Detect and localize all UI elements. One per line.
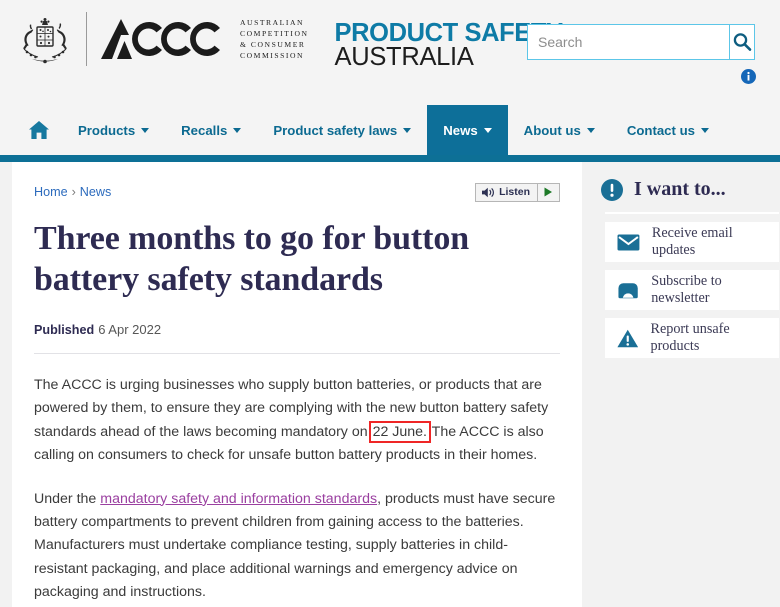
info-circle-icon[interactable] [741,69,756,84]
accc-logo: Australian Competition & Consumer Commis… [99,17,309,62]
sidebar-item-report-unsafe-products[interactable]: Report unsafe products [605,318,779,358]
chevron-down-icon [483,127,492,133]
paragraph-2-text-b: , products must have secure battery comp… [34,490,556,601]
main-content: Home › News Listen Three months to go fo… [12,162,582,607]
listen-button[interactable]: Listen [476,184,537,201]
chevron-down-icon [403,127,412,133]
logo-block[interactable]: Australian Competition & Consumer Commis… [0,0,563,70]
envelope-icon [617,234,640,250]
nav-item-news[interactable]: News [427,105,508,155]
nav-accent-bar [0,155,780,162]
accc-full-name: Australian Competition & Consumer Commis… [240,17,309,62]
article-paragraph-2: Under the mandatory safety and informati… [34,488,560,605]
listen-label: Listen [499,186,530,198]
chevron-down-icon [700,127,709,133]
sidebar-header: I want to... [593,178,779,201]
published-line: Published 6 Apr 2022 [34,322,560,337]
chevron-down-icon [233,127,242,133]
chevron-down-icon [141,127,150,133]
speaker-icon [482,187,494,197]
sidebar-title: I want to... [634,178,726,200]
nav-label: Recalls [181,122,228,138]
nav-item-products[interactable]: Products [62,105,165,155]
australian-coat-of-arms-icon [23,18,67,64]
site-header: Australian Competition & Consumer Commis… [0,0,780,105]
main-navigation: Products Recalls Product safety laws New… [0,105,780,155]
page-body: Home › News Listen Three months to go fo… [0,162,780,607]
nav-item-recalls[interactable]: Recalls [165,105,257,155]
chevron-down-icon [586,127,595,133]
home-icon [29,121,49,139]
nav-home-button[interactable] [16,105,62,155]
accc-word-4: Commission [240,51,305,61]
listen-play-button[interactable] [537,183,559,201]
published-label: Published [34,323,95,337]
sidebar-divider [605,212,779,214]
breadcrumb-item-news[interactable]: News [80,185,112,199]
page-title: Three months to go for button battery sa… [34,220,470,298]
breadcrumb-row: Home › News Listen [34,180,560,204]
paragraph-2-text-a: Under the [34,490,101,507]
nav-label: Products [78,122,136,138]
nav-label: News [443,122,478,138]
exclamation-circle-icon [601,178,623,201]
accc-wordmark-icon [101,19,220,59]
sidebar: I want to... Receive email updates Subsc… [593,162,779,607]
sidebar-item-label: Subscribe to newsletter [651,273,722,306]
nav-label: Contact us [626,122,695,138]
sidebar-item-receive-email-updates[interactable]: Receive email updates [605,222,779,262]
highlighted-date: 22 June. [368,420,432,443]
nav-label: About us [523,122,581,138]
search-button[interactable] [729,25,754,59]
sidebar-item-label: Report unsafe products [650,321,730,354]
sidebar-item-label: Receive email updates [651,225,733,258]
breadcrumb-separator: › [71,185,76,199]
accc-word-1: Australian [240,17,305,27]
logo-divider [86,12,87,66]
nav-item-about-us[interactable]: About us [508,105,611,155]
article-paragraph-1: The ACCC is urging businesses who supply… [34,374,560,468]
accc-word-3: & Consumer [240,40,306,49]
breadcrumb: Home › News [34,185,111,199]
search-icon [733,33,752,51]
mandatory-standards-link[interactable]: mandatory safety and information standar… [100,491,377,507]
listen-widget[interactable]: Listen [475,182,560,202]
breadcrumb-item-home[interactable]: Home [34,185,68,199]
nav-item-product-safety-laws[interactable]: Product safety laws [257,105,427,155]
published-date: 6 Apr 2022 [98,322,162,337]
inbox-tray-icon [618,282,638,298]
nav-label: Product safety laws [273,122,398,138]
sidebar-item-subscribe-to-newsletter[interactable]: Subscribe to newsletter [605,270,779,310]
nav-item-contact-us[interactable]: Contact us [611,105,725,155]
search-input[interactable] [528,25,729,59]
content-divider [34,353,560,354]
warning-triangle-icon [617,329,639,347]
search-box[interactable] [527,24,755,60]
play-icon [544,187,552,197]
accc-word-2: Competition [240,28,309,38]
